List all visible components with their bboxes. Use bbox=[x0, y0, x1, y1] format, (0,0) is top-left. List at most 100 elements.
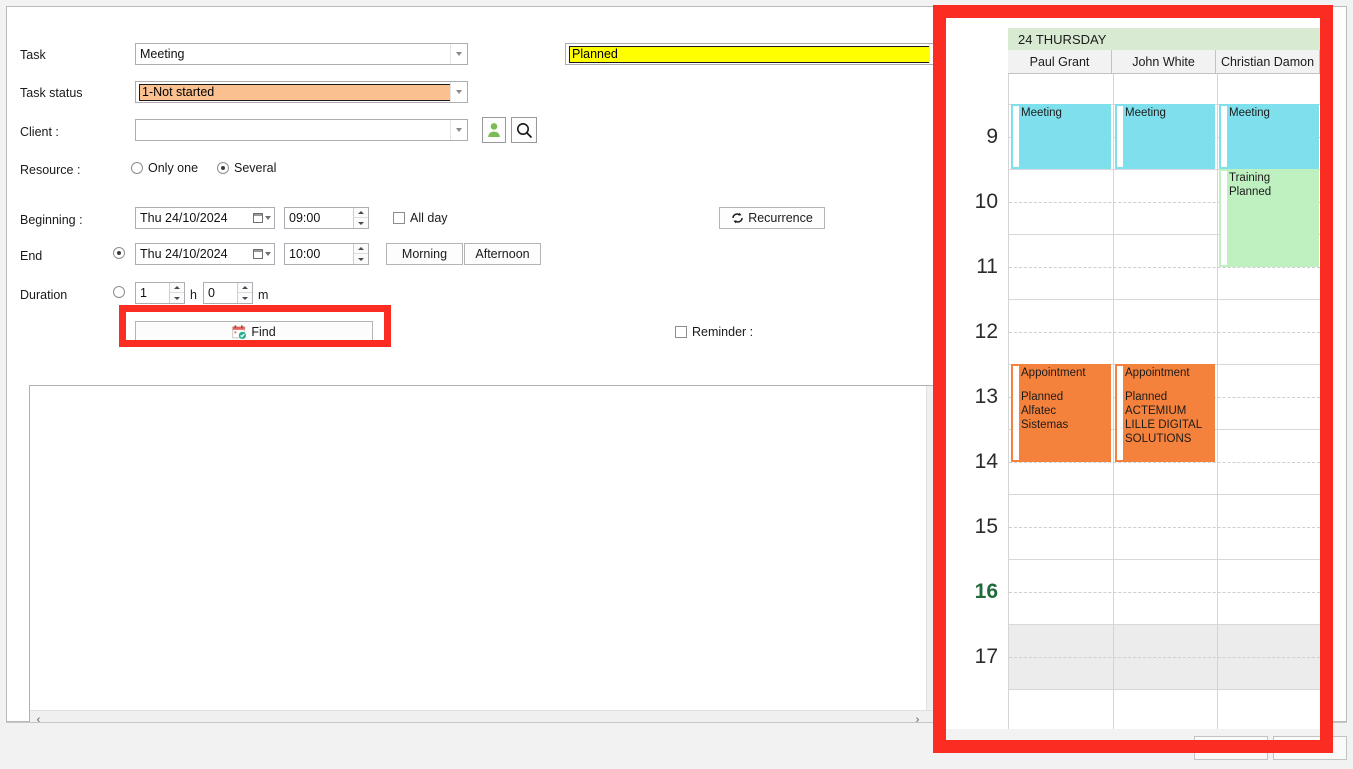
calendar-halfhour-line bbox=[1009, 527, 1320, 528]
search-icon bbox=[516, 122, 533, 139]
planned-select[interactable]: Planned bbox=[565, 43, 947, 65]
recurrence-button[interactable]: Recurrence bbox=[719, 207, 825, 229]
task-label: Task bbox=[20, 47, 46, 63]
calendar-column-line bbox=[1217, 74, 1218, 729]
event-subtitle: Planned bbox=[1229, 185, 1316, 199]
chevron-down-icon[interactable] bbox=[450, 82, 467, 102]
calendar-column-header: Paul Grant bbox=[1008, 50, 1112, 73]
screen: Task Meeting Planned Task status 1-Not s… bbox=[0, 0, 1353, 769]
calendar-hour-label: 16 bbox=[946, 559, 1008, 624]
resource-several-radio[interactable]: Several bbox=[217, 161, 276, 175]
end-time-input[interactable]: 10:00 bbox=[284, 243, 369, 265]
calendar-hour-line bbox=[1009, 689, 1320, 690]
find-label: Find bbox=[251, 325, 275, 339]
calendar-event[interactable]: Meeting bbox=[1011, 104, 1111, 169]
calendar-event[interactable]: Meeting bbox=[1115, 104, 1215, 169]
duration-hours-stepper[interactable] bbox=[169, 283, 184, 303]
duration-hours-input[interactable]: 1 bbox=[135, 282, 185, 304]
calendar-hour-label: 12 bbox=[946, 299, 1008, 364]
morning-button[interactable]: Morning bbox=[386, 243, 463, 265]
stepper-up[interactable] bbox=[354, 244, 368, 254]
event-subtitle-line: Sistemas bbox=[1021, 418, 1108, 432]
afternoon-button[interactable]: Afternoon bbox=[464, 243, 541, 265]
calendar-halfhour-line bbox=[1009, 592, 1320, 593]
event-subtitle-line: ACTEMIUM bbox=[1125, 404, 1212, 418]
client-input[interactable] bbox=[135, 119, 468, 141]
notes-vertical-scrollbar[interactable]: ˄ ˅ bbox=[926, 386, 943, 710]
calendar-event[interactable]: Meeting bbox=[1219, 104, 1319, 169]
search-client-button[interactable] bbox=[511, 117, 537, 143]
event-title: Meeting bbox=[1229, 106, 1316, 120]
scroll-up-arrow[interactable]: ˄ bbox=[927, 386, 944, 403]
chevron-down-icon[interactable] bbox=[450, 120, 467, 140]
calendar-event[interactable]: TrainingPlanned bbox=[1219, 169, 1319, 267]
recurrence-icon bbox=[731, 212, 744, 224]
recurrence-label: Recurrence bbox=[748, 211, 813, 225]
beginning-date-input[interactable]: Thu 24/10/2024 bbox=[135, 207, 275, 229]
task-select[interactable]: Meeting bbox=[135, 43, 468, 65]
find-button[interactable]: Find bbox=[135, 321, 373, 343]
all-day-checkbox[interactable]: All day bbox=[393, 211, 448, 225]
afternoon-label: Afternoon bbox=[475, 247, 529, 261]
end-date-value: Thu 24/10/2024 bbox=[136, 247, 250, 261]
end-date-input[interactable]: Thu 24/10/2024 bbox=[135, 243, 275, 265]
planned-value: Planned bbox=[569, 46, 929, 63]
stepper-up[interactable] bbox=[238, 283, 252, 293]
select-client-button[interactable] bbox=[482, 117, 506, 143]
end-mode-radio[interactable] bbox=[113, 247, 125, 259]
resource-calendar-panel: 24 THURSDAY Paul GrantJohn WhiteChristia… bbox=[946, 18, 1320, 729]
calendar-column-header: Christian Damon bbox=[1216, 50, 1320, 73]
task-status-select[interactable]: 1-Not started bbox=[135, 81, 468, 103]
calendar-body: 91011121314151617 Meeting Meeting Meeting T… bbox=[946, 74, 1320, 729]
radio-dot-selected bbox=[113, 247, 125, 259]
duration-minutes-input[interactable]: 0 bbox=[203, 282, 253, 304]
radio-dot bbox=[113, 286, 125, 298]
reminder-checkbox[interactable]: Reminder : bbox=[675, 325, 753, 339]
calendar-hour-column: 91011121314151617 bbox=[946, 74, 1008, 729]
calendar-dropdown-icon[interactable] bbox=[250, 213, 274, 223]
event-title: Meeting bbox=[1125, 106, 1212, 120]
event-subtitle-line: LILLE DIGITAL bbox=[1125, 418, 1212, 432]
beginning-date-value: Thu 24/10/2024 bbox=[136, 211, 250, 225]
calendar-check-icon bbox=[232, 325, 247, 340]
calendar-hour-label: 17 bbox=[946, 624, 1008, 689]
calendar-event[interactable]: AppointmentPlannedAlfatecSistemas bbox=[1011, 364, 1111, 462]
resource-only-one-radio[interactable]: Only one bbox=[131, 161, 198, 175]
event-accent-stripe bbox=[1117, 366, 1123, 460]
cancel-button[interactable]: Cancel bbox=[1273, 736, 1347, 760]
chevron-down-icon[interactable] bbox=[929, 44, 946, 64]
calendar-dropdown-icon[interactable] bbox=[250, 249, 274, 259]
stepper-down[interactable] bbox=[354, 218, 368, 228]
calendar-day-header: 24 THURSDAY bbox=[1008, 28, 1320, 50]
end-label: End bbox=[20, 248, 42, 264]
calendar-hour-label: 11 bbox=[946, 234, 1008, 299]
event-subtitle: PlannedAlfatecSistemas bbox=[1021, 390, 1108, 432]
stepper-up[interactable] bbox=[170, 283, 184, 293]
calendar-hour-label: 10 bbox=[946, 169, 1008, 234]
event-accent-stripe bbox=[1221, 106, 1227, 167]
stepper-down[interactable] bbox=[238, 293, 252, 303]
notes-textarea[interactable]: ˄ ˅ ‹ › bbox=[29, 385, 944, 728]
calendar-halfhour-line bbox=[1009, 332, 1320, 333]
duration-minutes-stepper[interactable] bbox=[237, 283, 252, 303]
chevron-down-icon[interactable] bbox=[450, 44, 467, 64]
beginning-time-input[interactable]: 09:00 bbox=[284, 207, 369, 229]
duration-minutes-unit: m bbox=[258, 287, 268, 303]
scroll-down-arrow[interactable]: ˅ bbox=[927, 693, 944, 710]
stepper-up[interactable] bbox=[354, 208, 368, 218]
resource-only-one-label: Only one bbox=[148, 161, 198, 175]
calendar-event[interactable]: AppointmentPlannedACTEMIUMLILLE DIGITALS… bbox=[1115, 364, 1215, 462]
ok-button[interactable]: OK bbox=[1194, 736, 1268, 760]
event-accent-stripe bbox=[1117, 106, 1123, 167]
end-time-value: 10:00 bbox=[285, 247, 353, 261]
radio-dot-selected bbox=[217, 162, 229, 174]
duration-mode-radio[interactable] bbox=[113, 286, 125, 298]
stepper-down[interactable] bbox=[354, 254, 368, 264]
radio-dot bbox=[131, 162, 143, 174]
calendar-grid[interactable]: MeetingMeetingMeetingTrainingPlannedAppo… bbox=[1008, 74, 1320, 729]
beginning-time-stepper[interactable] bbox=[353, 208, 368, 228]
planned-value-wrap: Planned bbox=[566, 46, 929, 63]
end-time-stepper[interactable] bbox=[353, 244, 368, 264]
stepper-down[interactable] bbox=[170, 293, 184, 303]
task-status-value-wrap: 1-Not started bbox=[136, 84, 450, 101]
